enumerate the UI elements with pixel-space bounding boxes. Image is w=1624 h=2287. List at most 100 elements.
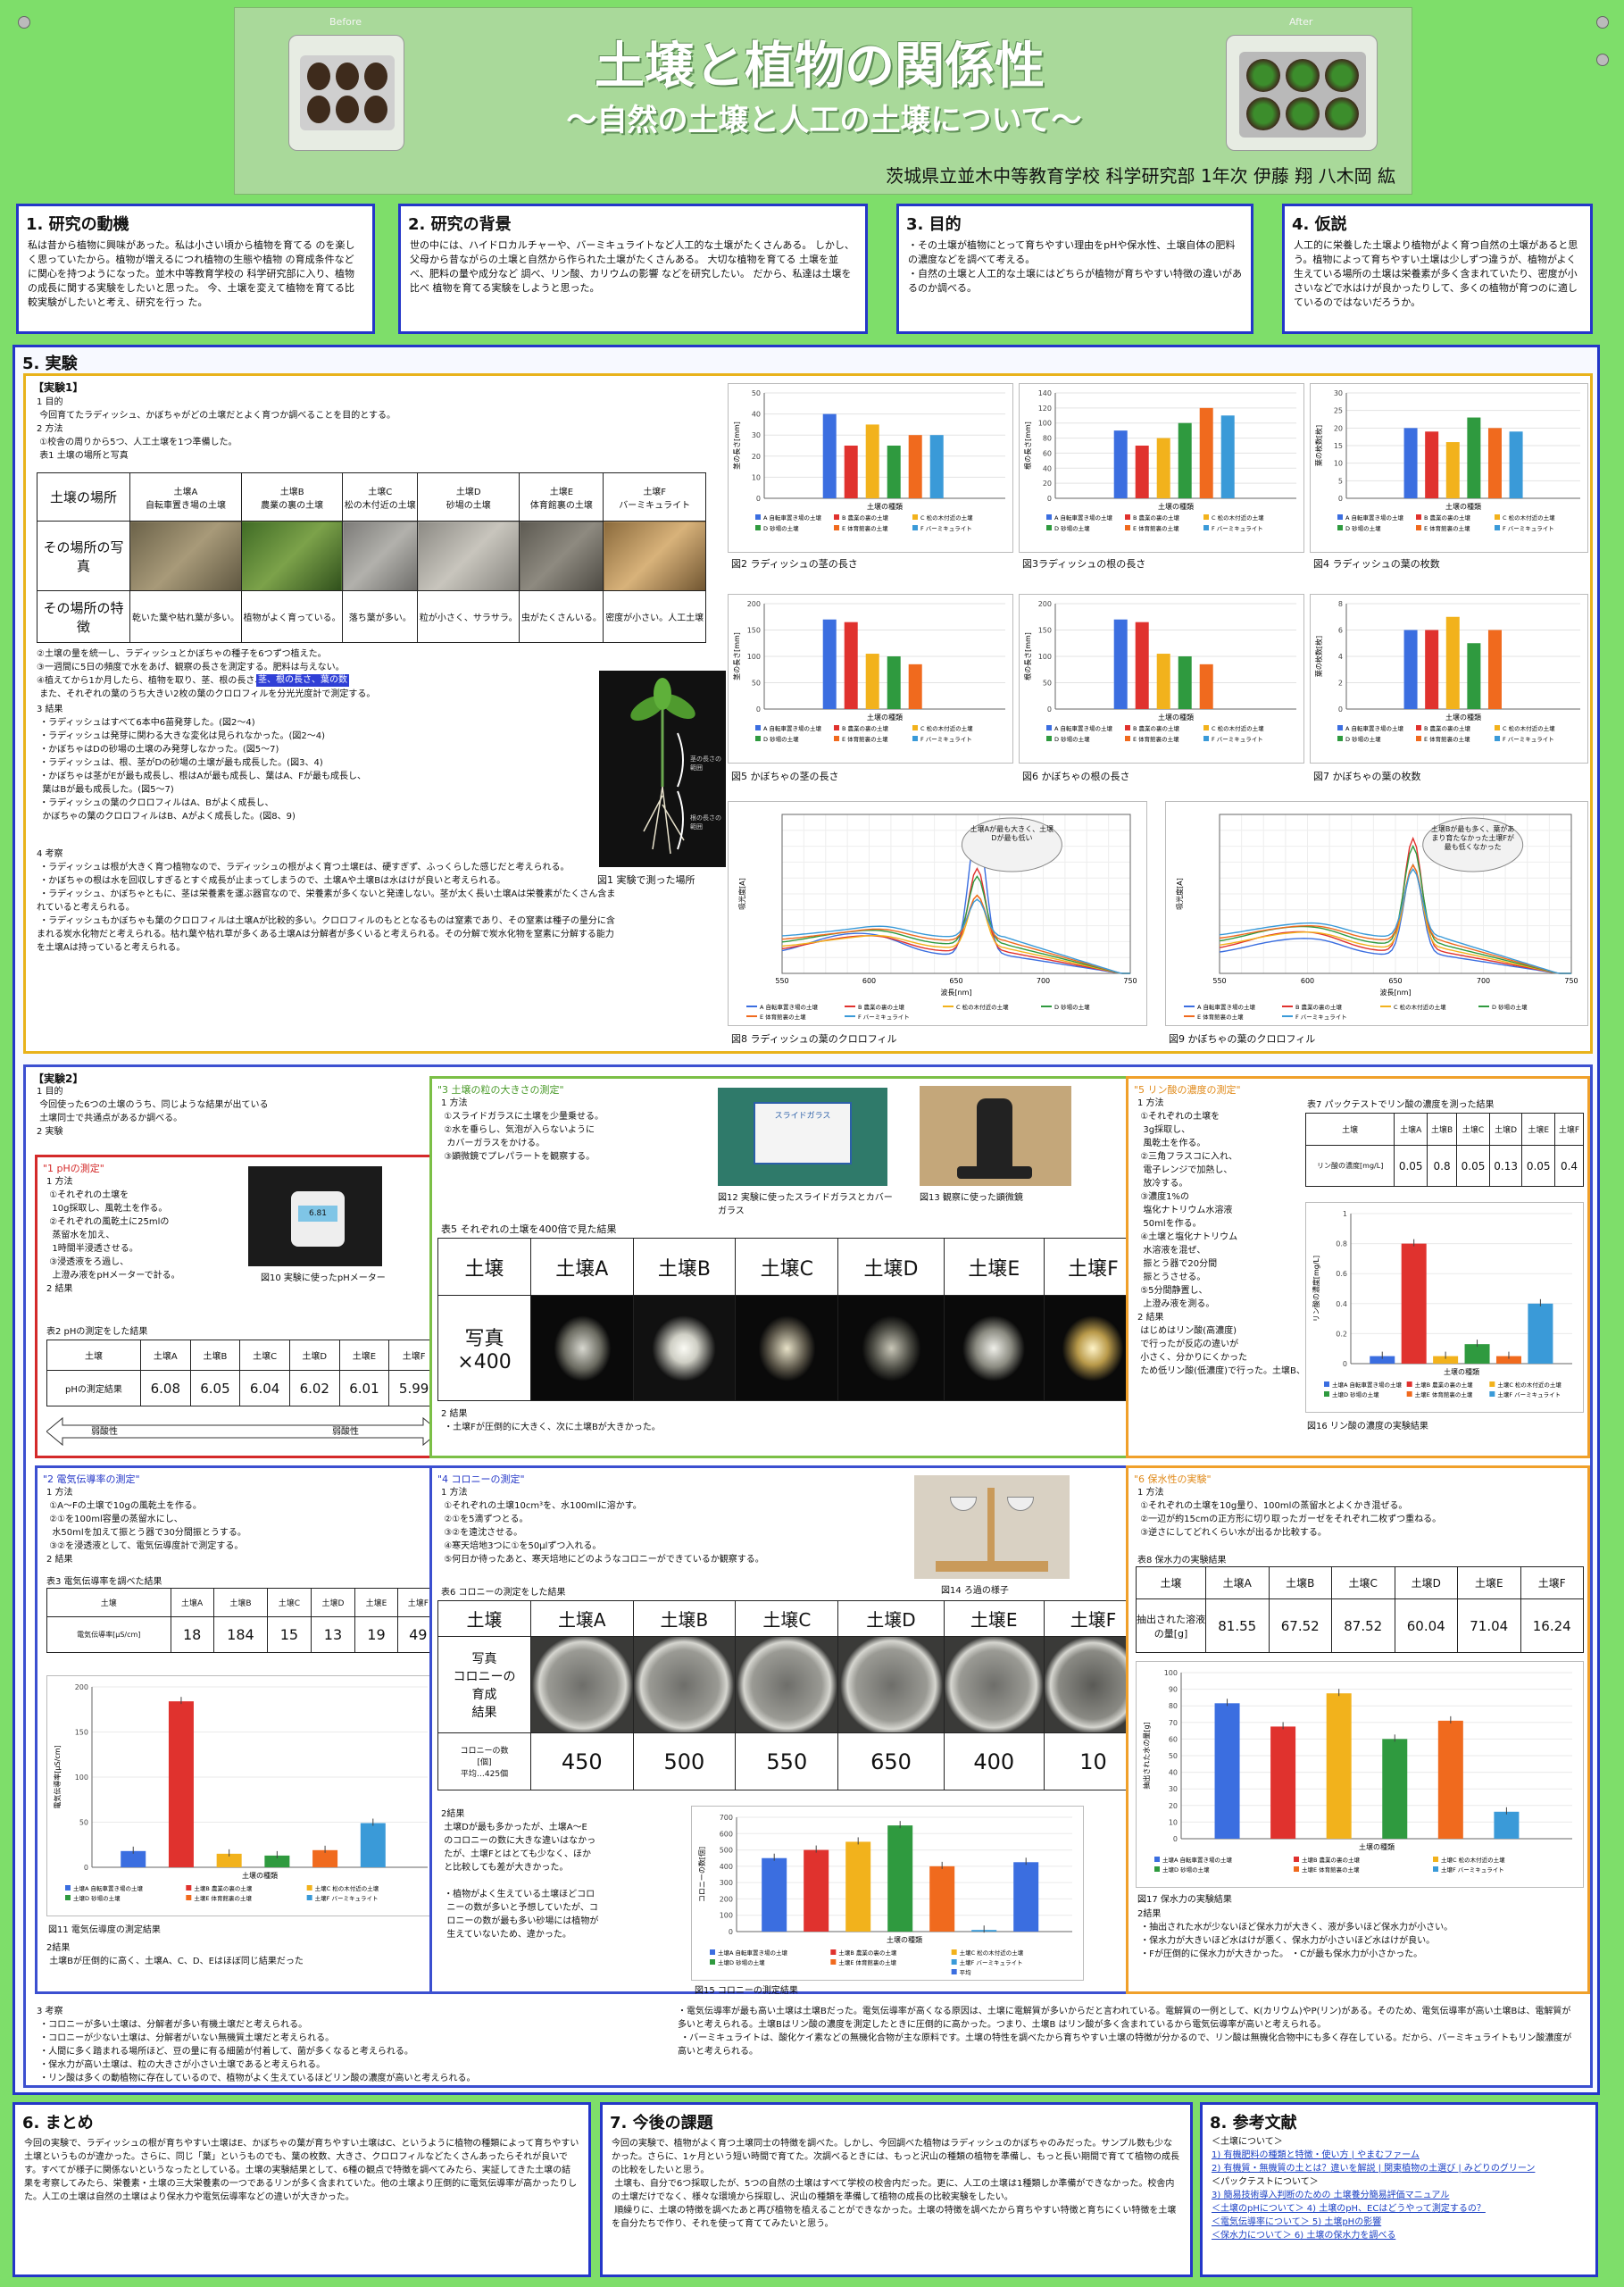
section-title: 3. 目的 xyxy=(906,215,962,234)
plant-tray xyxy=(1239,52,1366,138)
fig7-caption: 図7 かぼちゃの葉の枚数 xyxy=(1313,771,1421,782)
legend-swatch xyxy=(1046,514,1052,520)
legend-label: F バーミキュライト xyxy=(1503,525,1554,532)
bar xyxy=(844,446,858,498)
pin-icon xyxy=(18,16,30,29)
tick-label: 20 xyxy=(1043,480,1052,488)
bar xyxy=(1425,630,1439,709)
tick-label: 200 xyxy=(75,1683,88,1691)
fig2-caption: 図2 ラディッシュの茎の長さ xyxy=(731,558,858,570)
micro-photo-b xyxy=(632,1295,737,1401)
micro-photo-c xyxy=(735,1295,839,1401)
legend-swatch xyxy=(306,1895,312,1900)
reference-link[interactable]: 2) 有機質・無機質の土とは？違いを解説 | 関東植物の土選び | みどりのグリ… xyxy=(1212,2162,1587,2175)
legend-label: 土壌C 松の木付近の土壌 xyxy=(1441,1856,1505,1864)
tick-label: 30 xyxy=(752,431,761,439)
legend-label: 土壌A 自転車置き場の土壌 xyxy=(718,1949,788,1957)
y-axis-label: コロニーの数[個] xyxy=(697,1847,706,1902)
bar xyxy=(1156,438,1170,498)
legend-swatch xyxy=(1489,1381,1495,1387)
conductivity-col: 土壌E xyxy=(354,1588,398,1617)
tick-label: 0 xyxy=(756,705,761,714)
tick-label: 0 xyxy=(84,1864,88,1872)
after-photo: After xyxy=(1226,16,1378,151)
tick-label: 0 xyxy=(1047,495,1052,503)
exp2-intro: 1 目的 今回使った6つの土壌のうち、同じような結果が出ている 土壌同士で共通点… xyxy=(37,1087,269,1137)
legend-label: C 松の木付近の土壌 xyxy=(1394,1003,1446,1011)
colony-header: 土壌 xyxy=(437,1600,531,1637)
legend-label: 土壌B 農業の裏の土壌 xyxy=(838,1949,897,1957)
legend-label: 土壌E 体育館裏の土壌 xyxy=(194,1894,252,1902)
ph-col: 土壌C xyxy=(239,1340,290,1371)
soil-d-name: 土壌D 砂場の土壌 xyxy=(417,472,521,522)
tick-label: 100 xyxy=(720,1912,733,1920)
tick-label: 0 xyxy=(1173,1835,1178,1843)
water-col: 土壌F xyxy=(1520,1566,1584,1599)
legend-swatch xyxy=(710,1959,715,1965)
legend-swatch xyxy=(834,736,839,741)
row-label-feature: その場所の特徴 xyxy=(37,590,130,643)
x-axis-label: 土壌の種類 xyxy=(1359,1842,1395,1851)
tick-label: 600 xyxy=(862,977,876,985)
ph-value: 6.04 xyxy=(239,1370,290,1406)
grain-header-soil: 土壌 xyxy=(437,1238,531,1296)
reference-link[interactable]: 3) 簡易技術導入判断のための 土壌養分簡易評価マニュアル xyxy=(1212,2189,1587,2202)
legend-label: 土壌C 松の木付近の土壌 xyxy=(960,1949,1024,1957)
legend-label: 土壌A 自転車置き場の土壌 xyxy=(1332,1381,1403,1389)
bar xyxy=(1135,622,1149,709)
legend-label: 土壌B 農業の裏の土壌 xyxy=(194,1884,253,1892)
legend-label: 土壌F バーミキュライト xyxy=(960,1958,1023,1966)
grain-col: 土壌E xyxy=(943,1238,1045,1296)
section-hypothesis: 4. 仮説 人工的に栄養した土壌より植物がよく育つ自然の土壌があると思う。植物に… xyxy=(1282,204,1593,334)
conductivity-title: "2 電気伝導率の測定" xyxy=(43,1473,140,1485)
fig16-caption: 図16 リン酸の濃度の実験結果 xyxy=(1307,1422,1428,1431)
bar xyxy=(822,619,837,709)
legend-label: B 農業の裏の土壌 xyxy=(1133,724,1180,732)
tick-label: 80 xyxy=(1169,1702,1178,1710)
reference-link[interactable]: ＜電気伝導率について＞ 5) 土壌pHの影響 xyxy=(1212,2216,1587,2229)
funnel-left xyxy=(950,1497,977,1511)
legend-swatch xyxy=(1203,525,1209,530)
micro-photo-d xyxy=(837,1295,945,1401)
legend-label: E 体育館裏の土壌 xyxy=(1424,735,1470,743)
tick-label: 100 xyxy=(1038,420,1052,428)
tick-label: 15 xyxy=(1334,442,1343,450)
tick-label: 10 xyxy=(752,473,761,481)
tick-label: 550 xyxy=(775,977,788,985)
water-col: 土壌E xyxy=(1457,1566,1521,1599)
petri-dish-d xyxy=(837,1636,945,1733)
row-label-photo: その場所の写真 xyxy=(37,521,130,591)
funnel-right xyxy=(1007,1497,1034,1511)
legend-swatch xyxy=(1324,1381,1329,1387)
bar xyxy=(1178,656,1192,709)
legend-label: 土壌B 農業の裏の土壌 xyxy=(1302,1856,1361,1864)
reference-link[interactable]: ＜保水力について＞ 6) 土壌の保水力を調べる xyxy=(1212,2229,1587,2242)
legend-label: E 体育館裏の土壌 xyxy=(842,735,888,743)
pin-icon xyxy=(1596,54,1609,66)
bar xyxy=(1270,1726,1296,1839)
soil-a-feature: 乾いた葉や枯れ葉が多い。 xyxy=(129,590,242,643)
legend-swatch xyxy=(912,736,918,741)
bar xyxy=(865,654,879,709)
fig15-chart: 0 100 200 300 400 500 600 700 コロニーの数[個] 土壌の種類 土壌A … xyxy=(691,1806,1084,1981)
reference-link[interactable]: ＜土壌のpHについて＞ 4) 土壌のpH、ECはどうやって測定するの？ xyxy=(1212,2202,1587,2216)
conductivity-row-label: 電気伝導率[μS/cm] xyxy=(46,1616,171,1653)
tick-label: 120 xyxy=(1038,405,1052,413)
colony-table: 土壌 土壌A 土壌B 土壌C 土壌D 土壌E 土壌F 写真 コロニーの 育成 結果 コロニ… xyxy=(437,1600,1144,1790)
reference-link[interactable]: 1) 有機肥料の種類と特徴・使い方 | やまむファーム xyxy=(1212,2149,1587,2162)
legend-swatch xyxy=(1125,736,1130,741)
x-axis-label: 波長[nm] xyxy=(1379,988,1411,997)
phosphate-col: 土壌B xyxy=(1426,1113,1458,1146)
legend-label: D 砂場の土壌 xyxy=(1054,1003,1090,1011)
grain-panel: "3 土壌の粒の大きさの測定" 1 方法 ①スライドガラスに土壌を少量乗せる。 … xyxy=(429,1076,1147,1458)
fig4-caption: 図4 ラディッシュの葉の枚数 xyxy=(1313,558,1440,570)
after-label: After xyxy=(1289,16,1313,28)
legend-swatch xyxy=(755,525,761,530)
fig5-chart: 0 50 100 150 200 茎の長さ[mm] 土壌の種類 A 自転車置き場の土壌 B 農業… xyxy=(728,594,1013,764)
tick-label: 700 xyxy=(1477,977,1490,985)
tick-label: 40 xyxy=(752,411,761,419)
water-col: 土壌B xyxy=(1268,1566,1332,1599)
ph-meter-photo: 6.81 xyxy=(248,1166,382,1266)
tick-label: 6 xyxy=(1338,627,1343,635)
fig2-chart: 0 10 20 30 40 50 茎の長さ[mm] 土壌の種類 A 自転車置き場の土壌 B 農業の… xyxy=(728,383,1013,553)
